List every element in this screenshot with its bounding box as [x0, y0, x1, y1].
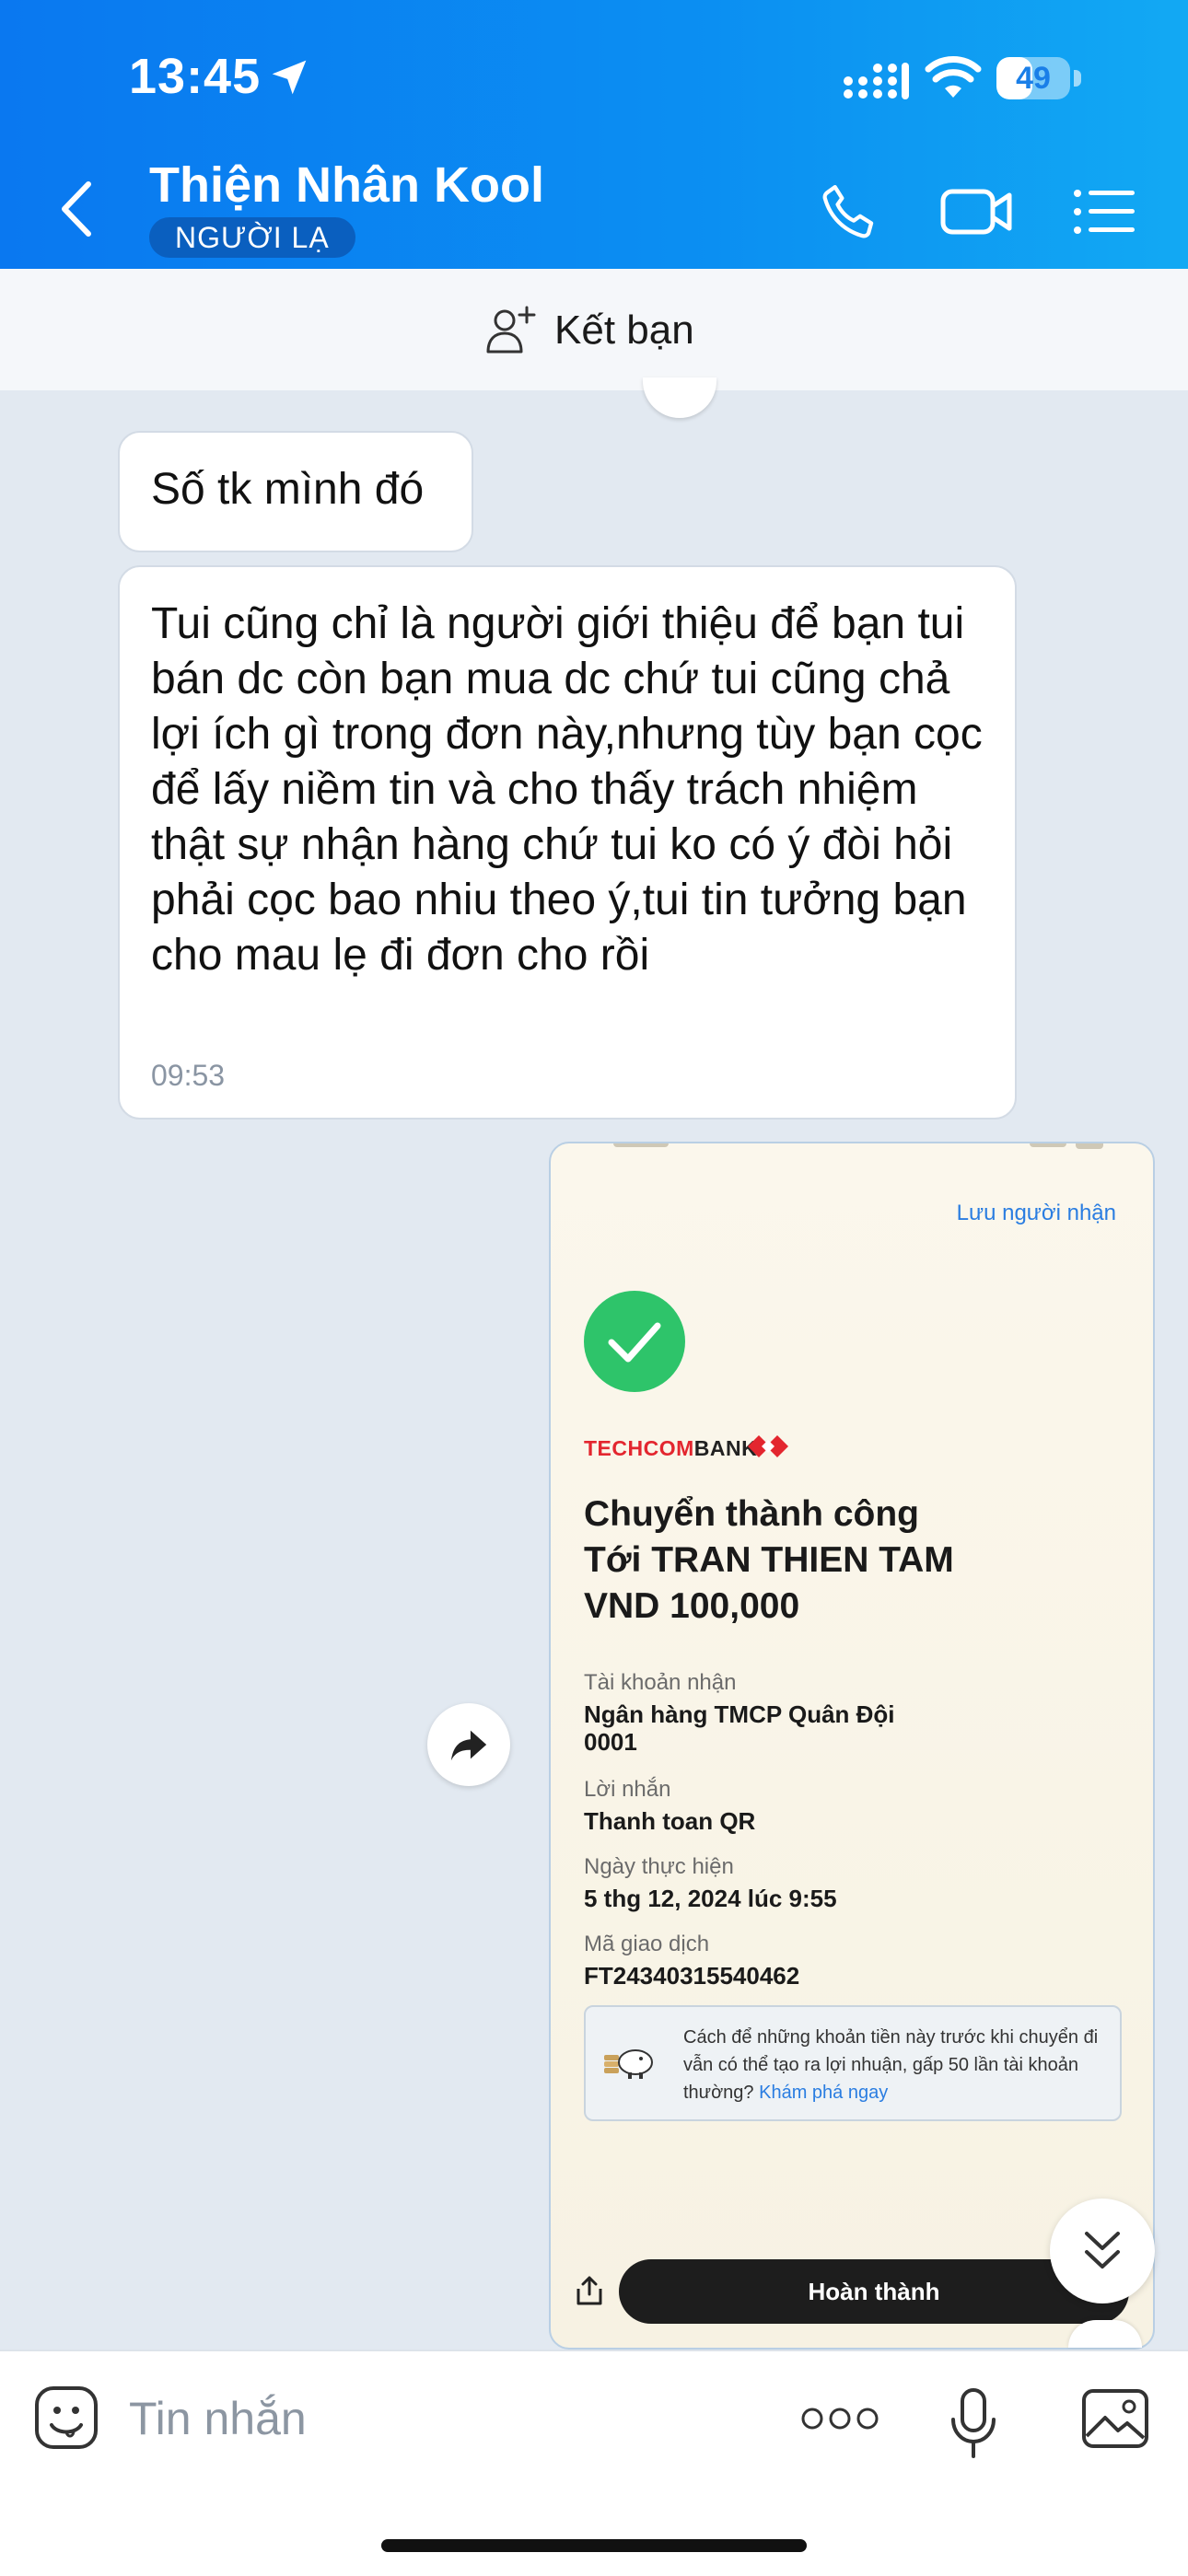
video-call-icon[interactable]	[939, 184, 1013, 239]
back-chevron-icon[interactable]	[55, 177, 99, 241]
more-options-icon[interactable]	[801, 2405, 879, 2432]
checkmark-icon	[608, 1322, 661, 1363]
cellular-signal-icon	[844, 63, 909, 99]
add-friend-label[interactable]: Kết bạn	[554, 307, 694, 354]
sticker-emoji-icon[interactable]	[33, 2385, 99, 2451]
promo-banner: Cách để những khoản tiền này trước khi c…	[584, 2005, 1122, 2121]
battery-nub	[1074, 70, 1081, 87]
transaction-id-value: FT24340315540462	[584, 1962, 800, 1990]
account-label: Tài khoản nhận	[584, 1670, 737, 1695]
note-label: Lời nhắn	[584, 1777, 671, 1802]
battery-body: 49	[996, 57, 1070, 99]
status-time: 13:45	[129, 49, 262, 104]
home-indicator	[381, 2539, 807, 2552]
date-label: Ngày thực hiện	[584, 1854, 734, 1879]
forward-button[interactable]	[427, 1703, 510, 1786]
stranger-badge: NGƯỜI LẠ	[149, 217, 355, 258]
transfer-status: Chuyển thành công	[584, 1494, 919, 1534]
save-recipient-link: Lưu người nhận	[956, 1201, 1116, 1225]
wifi-icon	[925, 56, 982, 98]
message-bubble[interactable]: Số tk mình đó	[118, 431, 473, 552]
success-check-badge	[584, 1291, 685, 1392]
phone-call-icon[interactable]	[818, 180, 880, 243]
transfer-amount: VND 100,000	[584, 1586, 800, 1626]
transfer-receipt-image[interactable]: Lưu người nhận TECHCOMBANK Chuyển thành …	[549, 1142, 1155, 2350]
transfer-recipient: Tới TRAN THIEN TAM	[584, 1540, 954, 1580]
photo-gallery-icon[interactable]	[1081, 2388, 1149, 2449]
message-bubble[interactable]: Tui cũng chỉ là người giới thiệu để bạn …	[118, 565, 1017, 1120]
message-text: Số tk mình đó	[151, 465, 425, 514]
promo-link: Khám phá ngay	[759, 2083, 889, 2103]
note-value: Thanh toan QR	[584, 1807, 756, 1835]
promo-text-block: Cách để những khoản tiền này trước khi c…	[683, 2024, 1107, 2106]
location-arrow-icon	[272, 60, 307, 95]
message-timestamp: 09:53	[151, 1059, 226, 1092]
date-value: 5 thg 12, 2024 lúc 9:55	[584, 1885, 837, 1912]
promo-text: Cách để những khoản tiền này trước khi c…	[683, 2027, 1099, 2103]
account-bank: Ngân hàng TMCP Quân Đội	[584, 1700, 895, 1728]
message-text: Tui cũng chỉ là người giới thiệu để bạn …	[151, 599, 983, 980]
chat-header: 13:45 49 Thiện Nhân Kool NGƯỜI LẠ	[0, 0, 1188, 269]
share-forward-icon	[450, 1730, 487, 1761]
message-input[interactable]: Tin nhắn	[129, 2388, 589, 2449]
receipt-cropped-status-bar	[613, 1143, 1103, 1149]
techcombank-logo-icon	[748, 1435, 788, 1457]
scroll-to-bottom-button[interactable]	[1050, 2199, 1155, 2303]
battery-indicator: 49	[996, 57, 1081, 99]
share-icon	[577, 2276, 602, 2305]
microphone-icon[interactable]	[949, 2386, 998, 2460]
piggy-coins-icon	[604, 2049, 653, 2079]
scroll-up-pill[interactable]	[643, 377, 716, 418]
add-friend-icon[interactable]	[484, 304, 538, 357]
battery-percent: 49	[1016, 61, 1051, 96]
transaction-id-label: Mã giao dịch	[584, 1932, 710, 1956]
chat-options-menu-icon[interactable]	[1072, 184, 1136, 239]
account-number: 0001	[584, 1728, 637, 1756]
logo-red-part: TECHCOM	[584, 1436, 694, 1460]
contact-name[interactable]: Thiện Nhân Kool	[149, 157, 544, 214]
transfer-result-title: Chuyển thành công Tới TRAN THIEN TAM VND…	[584, 1491, 954, 1630]
message-composer: Tin nhắn	[0, 2350, 1188, 2576]
double-chevron-down-icon	[1085, 2232, 1120, 2269]
techcombank-logo-text: TECHCOMBANK	[584, 1436, 757, 1461]
